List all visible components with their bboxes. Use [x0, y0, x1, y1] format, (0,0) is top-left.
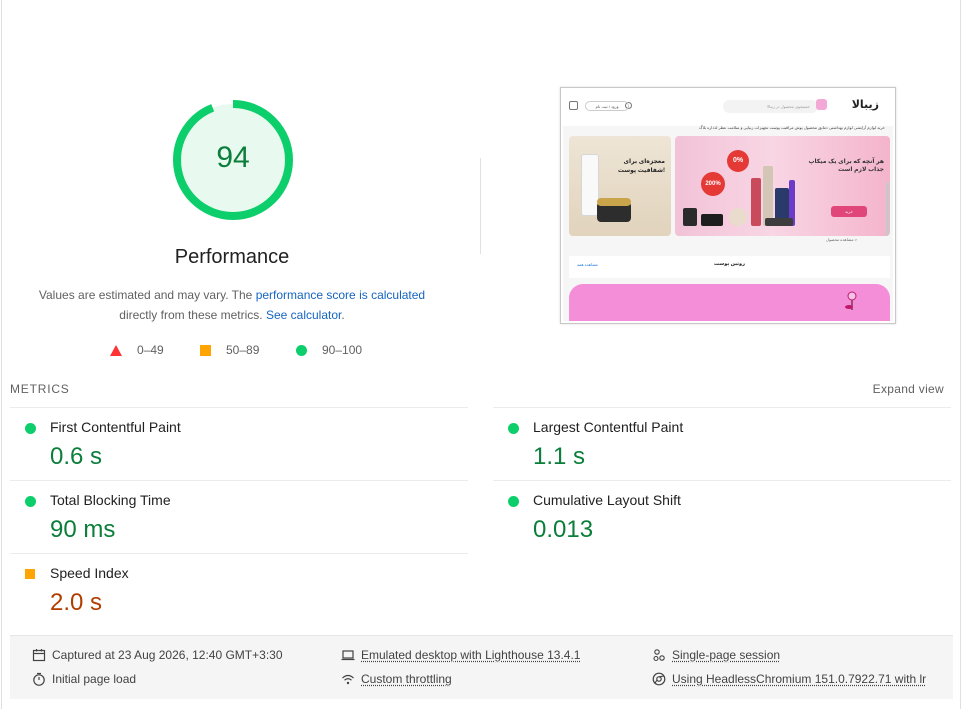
performance-title: Performance — [174, 246, 290, 268]
legend-fail-label: 0–49 — [137, 343, 164, 357]
metrics-heading: METRICS — [10, 382, 70, 396]
gauge-score: 94 — [216, 141, 250, 174]
emulated-device-text[interactable]: Emulated desktop with Lighthouse 13.4.1 — [361, 648, 580, 662]
performance-description: Values are estimated and may vary. The p… — [30, 285, 434, 325]
circle-pass-icon — [296, 344, 307, 356]
metric-cumulative-layout-shift: Cumulative Layout Shift 0.013 — [493, 480, 951, 553]
pass-circle-icon — [25, 423, 36, 434]
pass-circle-icon — [25, 496, 36, 507]
thumb-main-banner: هر آنچه که برای یک میکاپ جذاب لازم است خ… — [675, 136, 890, 236]
thumb-flower-icon — [845, 291, 857, 310]
timer-icon — [33, 672, 45, 686]
browser-version-text[interactable]: Using HeadlessChromium 151.0.7922.71 wit… — [672, 672, 926, 686]
vertical-divider — [480, 158, 481, 254]
session-type-text[interactable]: Single-page session — [672, 648, 780, 662]
network-throttling[interactable]: Custom throttling — [341, 672, 452, 686]
metric-value: 0.013 — [533, 516, 594, 543]
network-throttling-text[interactable]: Custom throttling — [361, 672, 452, 686]
wifi-icon — [342, 674, 354, 685]
metric-title: Cumulative Layout Shift — [533, 492, 681, 508]
calendar-icon — [32, 649, 46, 662]
desc-middle: directly from these metrics. — [119, 308, 263, 322]
performance-gauge[interactable]: 94 — [172, 99, 294, 221]
page-screenshot-thumbnail[interactable]: زیبالا جستجوی محصول در زیبالا ورود / ثبت… — [560, 87, 896, 324]
legend-pass-label: 90–100 — [322, 343, 363, 357]
pass-circle-icon — [508, 496, 519, 507]
average-square-icon — [25, 569, 35, 579]
thumb-login: ورود / ثبت نام — [585, 101, 629, 111]
thumbnail-content: زیبالا جستجوی محصول در زیبالا ورود / ثبت… — [563, 90, 893, 321]
legend-fail: 0–49 — [110, 343, 164, 357]
square-average-icon — [200, 344, 211, 356]
thumb-product — [683, 208, 697, 226]
pass-circle-icon — [508, 423, 519, 434]
session-icon — [653, 649, 665, 662]
see-calculator-link[interactable]: See calculator — [266, 308, 341, 322]
metric-first-contentful-paint: First Contentful Paint 0.6 s — [10, 407, 468, 480]
thumb-product — [729, 208, 747, 226]
metric-largest-contentful-paint: Largest Contentful Paint 1.1 s — [493, 407, 951, 480]
legend-average-label: 50–89 — [226, 343, 260, 357]
thumb-product — [701, 214, 723, 226]
thumb-side-banner-text: معجزه‌ای برای شفافیت پوست! — [617, 159, 665, 174]
metric-title: First Contentful Paint — [50, 419, 181, 435]
desc-suffix: . — [341, 308, 345, 322]
thumb-search-icon — [816, 99, 827, 110]
thumb-section-link: مشاهده همه — [577, 262, 598, 267]
thumb-badge-2: 200% — [701, 172, 725, 196]
thumb-section-title: روتین پوست — [713, 261, 745, 267]
metric-value: 0.6 s — [50, 443, 103, 470]
metric-value: 2.0 s — [50, 589, 103, 616]
score-calculated-link[interactable]: performance score is calculated — [256, 288, 425, 302]
thumb-banner-text: هر آنچه که برای یک میکاپ جذاب لازم است — [808, 159, 884, 173]
chrome-icon — [652, 672, 666, 686]
metric-value: 90 ms — [50, 516, 116, 543]
thumb-product — [765, 218, 793, 226]
metric-title: Largest Contentful Paint — [533, 419, 684, 435]
thumb-nav: خرید لوازم آرایشی لوازم بهداشتی دمایق مح… — [699, 125, 885, 130]
thumb-jar-lid — [597, 198, 631, 206]
thumb-product — [763, 166, 773, 226]
thumb-scrollbar — [886, 182, 889, 236]
browser-version[interactable]: Using HeadlessChromium 151.0.7922.71 wit… — [652, 672, 926, 686]
metric-total-blocking-time: Total Blocking Time 90 ms — [10, 480, 468, 553]
session-type[interactable]: Single-page session — [652, 648, 780, 662]
thumb-side-banner: معجزه‌ای برای شفافیت پوست! — [569, 136, 671, 236]
metric-title: Speed Index — [50, 565, 129, 581]
metric-title: Total Blocking Time — [50, 492, 171, 508]
desktop-icon — [341, 650, 355, 661]
runtime-settings: Captured at 23 Aug 2026, 12:40 GMT+3:30 … — [10, 635, 953, 699]
triangle-fail-icon — [110, 344, 122, 356]
initial-page-load-text: Initial page load — [52, 672, 137, 686]
thumb-cart-icon — [569, 101, 578, 110]
thumb-product — [751, 178, 761, 226]
legend-pass: 90–100 — [296, 343, 362, 357]
emulated-device[interactable]: Emulated desktop with Lighthouse 13.4.1 — [341, 648, 580, 662]
metric-value: 1.1 s — [533, 443, 586, 470]
initial-page-load: Initial page load — [32, 672, 136, 686]
thumb-more-link: مشاهده محصول > — [826, 237, 857, 242]
thumb-logo: زیبالا — [851, 99, 879, 111]
legend-average: 50–89 — [200, 343, 259, 357]
thumb-section-header: روتین پوست مشاهده همه — [569, 256, 890, 278]
thumb-shop-button: خرید — [831, 206, 867, 217]
captured-at-text: Captured at 23 Aug 2026, 12:40 GMT+3:30 — [52, 648, 283, 662]
thumb-badge-1: 0% — [727, 150, 749, 172]
desc-prefix: Values are estimated and may vary. The — [38, 288, 253, 302]
metric-speed-index: Speed Index 2.0 s — [10, 553, 468, 626]
expand-view-toggle[interactable]: Expand view — [873, 382, 944, 396]
thumb-pink-banner — [569, 284, 890, 321]
captured-at: Captured at 23 Aug 2026, 12:40 GMT+3:30 — [32, 648, 283, 662]
thumb-search: جستجوی محصول در زیبالا — [723, 100, 818, 113]
thumb-header: زیبالا جستجوی محصول در زیبالا ورود / ثبت… — [563, 90, 893, 126]
